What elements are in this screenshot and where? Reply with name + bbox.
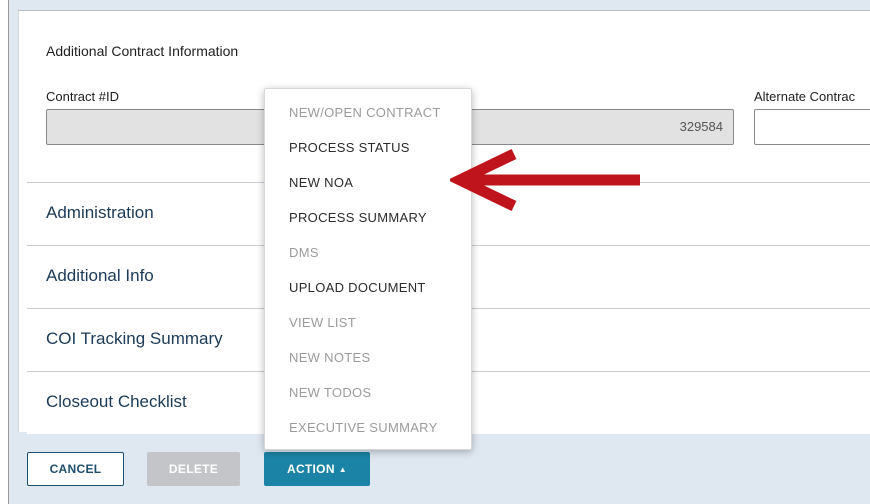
caret-up-icon: ▲	[338, 464, 347, 474]
menu-item-process-status[interactable]: PROCESS STATUS	[289, 140, 410, 155]
section-title: Additional Contract Information	[46, 43, 239, 59]
cancel-button-label: CANCEL	[49, 462, 102, 476]
contract-id-label: Contract #ID	[46, 89, 119, 104]
row-label: Administration	[46, 203, 154, 222]
action-button[interactable]: ACTION ▲	[264, 452, 370, 486]
action-button-label: ACTION	[286, 462, 335, 476]
top-divider	[18, 10, 870, 11]
menu-item-view-list[interactable]: VIEW LIST	[289, 315, 356, 330]
alternate-contract-field[interactable]	[754, 109, 870, 145]
delete-button[interactable]: DELETE	[147, 452, 240, 486]
menu-item-new-notes[interactable]: NEW NOTES	[289, 350, 370, 365]
row-label: Additional Info	[46, 266, 154, 285]
menu-item-upload-document[interactable]: UPLOAD DOCUMENT	[289, 280, 426, 295]
delete-button-label: DELETE	[168, 462, 219, 476]
menu-item-new-open-contract[interactable]: NEW/OPEN CONTRACT	[289, 105, 441, 120]
cancel-button[interactable]: CANCEL	[27, 452, 124, 486]
alternate-contract-label: Alternate Contrac	[754, 89, 856, 104]
menu-item-dms[interactable]: DMS	[289, 245, 319, 260]
red-arrow-left-icon	[450, 149, 640, 211]
menu-item-process-summary[interactable]: PROCESS SUMMARY	[289, 210, 427, 225]
row-label: Closeout Checklist	[46, 392, 187, 411]
menu-item-new-todos[interactable]: NEW TODOS	[289, 385, 371, 400]
row-label: COI Tracking Summary	[46, 329, 223, 348]
action-dropdown-menu: NEW/OPEN CONTRACT PROCESS STATUS NEW NOA…	[264, 88, 472, 450]
menu-item-executive-summary[interactable]: EXECUTIVE SUMMARY	[289, 420, 438, 435]
menu-item-new-noa[interactable]: NEW NOA	[289, 175, 353, 190]
